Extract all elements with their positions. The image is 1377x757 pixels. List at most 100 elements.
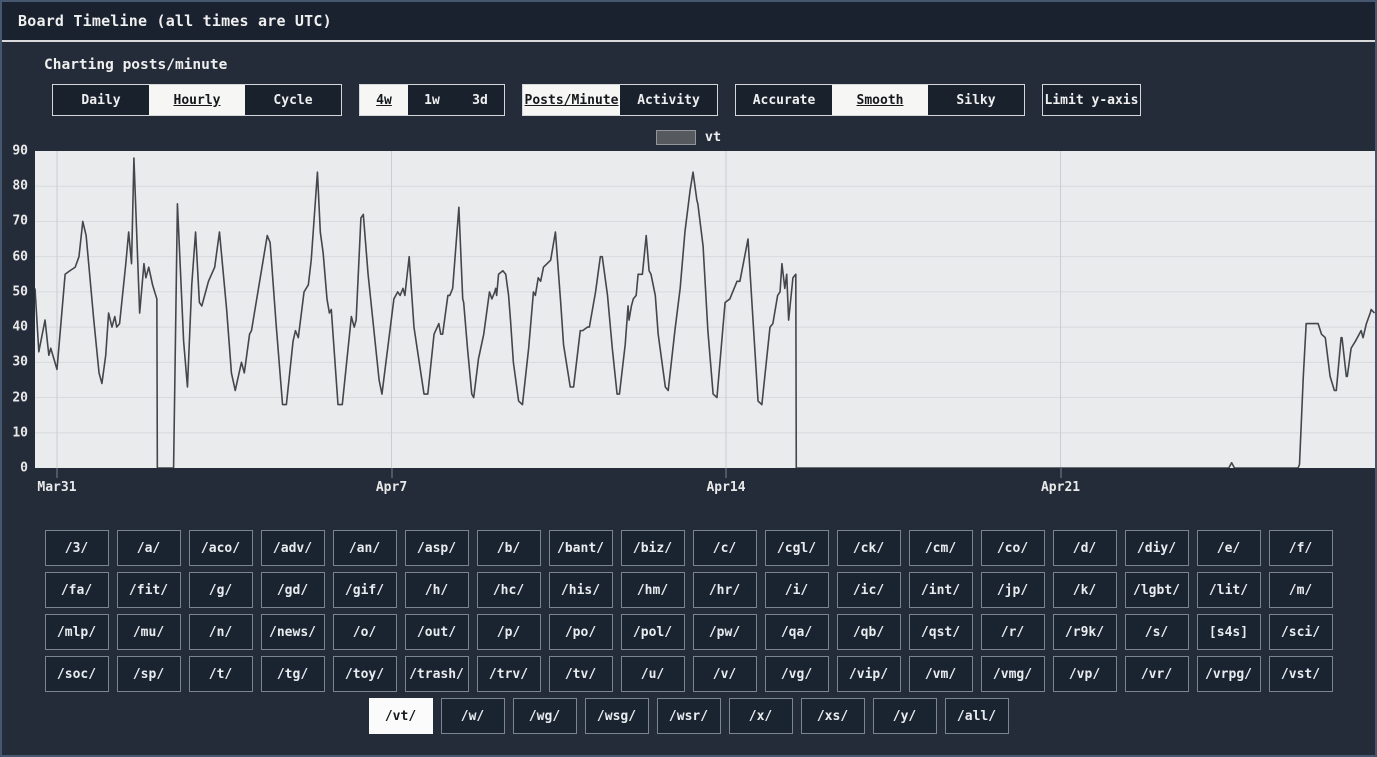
board-button[interactable]: /trash/	[405, 656, 469, 692]
board-button[interactable]: /gd/	[261, 572, 325, 608]
y-axis-label: 60	[12, 250, 28, 263]
board-button[interactable]: /bant/	[549, 530, 613, 566]
board-button[interactable]: /vrpg/	[1197, 656, 1261, 692]
board-button[interactable]: /3/	[45, 530, 109, 566]
board-button[interactable]: /wsr/	[657, 698, 721, 734]
chart-svg	[35, 151, 1375, 468]
board-button[interactable]: /toy/	[333, 656, 397, 692]
board-button[interactable]: /v/	[693, 656, 757, 692]
board-button[interactable]: /hc/	[477, 572, 541, 608]
board-button[interactable]: /d/	[1053, 530, 1117, 566]
board-button[interactable]: /diy/	[1125, 530, 1189, 566]
board-button[interactable]: /g/	[189, 572, 253, 608]
option-accurate[interactable]: Accurate	[736, 85, 832, 115]
board-button[interactable]: /y/	[873, 698, 937, 734]
board-button[interactable]: /out/	[405, 614, 469, 650]
board-button[interactable]: /soc/	[45, 656, 109, 692]
board-button[interactable]: /lgbt/	[1125, 572, 1189, 608]
board-button[interactable]: /ic/	[837, 572, 901, 608]
board-button[interactable]: /vg/	[765, 656, 829, 692]
board-button[interactable]: /vst/	[1269, 656, 1333, 692]
board-button[interactable]: /mu/	[117, 614, 181, 650]
board-button[interactable]: /adv/	[261, 530, 325, 566]
board-button[interactable]: /news/	[261, 614, 325, 650]
board-button[interactable]: /ck/	[837, 530, 901, 566]
option-cycle[interactable]: Cycle	[245, 85, 341, 115]
board-button[interactable]: /tg/	[261, 656, 325, 692]
board-button[interactable]: /sp/	[117, 656, 181, 692]
board-button[interactable]: /asp/	[405, 530, 469, 566]
board-button[interactable]: /f/	[1269, 530, 1333, 566]
board-button[interactable]: /a/	[117, 530, 181, 566]
board-button[interactable]: /wg/	[513, 698, 577, 734]
board-button[interactable]: /qa/	[765, 614, 829, 650]
board-button[interactable]: /e/	[1197, 530, 1261, 566]
board-button[interactable]: /jp/	[981, 572, 1045, 608]
board-button[interactable]: /his/	[549, 572, 613, 608]
option-silky[interactable]: Silky	[928, 85, 1024, 115]
board-button[interactable]: /biz/	[621, 530, 685, 566]
board-button[interactable]: /hr/	[693, 572, 757, 608]
limit-y-axis-button[interactable]: Limit y-axis	[1042, 84, 1141, 116]
board-button[interactable]: /fa/	[45, 572, 109, 608]
legend-label: vt	[705, 129, 721, 145]
board-button[interactable]: /sci/	[1269, 614, 1333, 650]
board-button[interactable]: /i/	[765, 572, 829, 608]
board-button[interactable]: /cm/	[909, 530, 973, 566]
board-button[interactable]: /wsg/	[585, 698, 649, 734]
board-button[interactable]: /vm/	[909, 656, 973, 692]
board-button[interactable]: /gif/	[333, 572, 397, 608]
board-button[interactable]: /pol/	[621, 614, 685, 650]
board-button[interactable]: /vmg/	[981, 656, 1045, 692]
option-posts-minute[interactable]: Posts/Minute	[523, 85, 620, 115]
board-button[interactable]: /b/	[477, 530, 541, 566]
board-button[interactable]: /mlp/	[45, 614, 109, 650]
board-button[interactable]: /an/	[333, 530, 397, 566]
board-button[interactable]: /r/	[981, 614, 1045, 650]
board-button[interactable]: /pw/	[693, 614, 757, 650]
board-button[interactable]: /w/	[441, 698, 505, 734]
board-button[interactable]: /aco/	[189, 530, 253, 566]
option-hourly[interactable]: Hourly	[149, 85, 245, 115]
board-button[interactable]: /h/	[405, 572, 469, 608]
option-3d[interactable]: 3d	[456, 85, 504, 115]
board-button[interactable]: /co/	[981, 530, 1045, 566]
button-group-range: 4w1w3d	[359, 84, 505, 116]
board-button[interactable]: /fit/	[117, 572, 181, 608]
board-button[interactable]: /p/	[477, 614, 541, 650]
board-button[interactable]: /o/	[333, 614, 397, 650]
board-button[interactable]: /s/	[1125, 614, 1189, 650]
board-button[interactable]: /xs/	[801, 698, 865, 734]
board-button[interactable]: /vip/	[837, 656, 901, 692]
board-button[interactable]: /po/	[549, 614, 613, 650]
option-smooth[interactable]: Smooth	[832, 85, 928, 115]
board-grid: /3//a//aco//adv//an//asp//b//bant//biz//…	[43, 530, 1335, 734]
chart-legend: vt	[2, 129, 1375, 145]
option-daily[interactable]: Daily	[53, 85, 149, 115]
board-button[interactable]: /t/	[189, 656, 253, 692]
option-activity[interactable]: Activity	[620, 85, 717, 115]
board-button[interactable]: /x/	[729, 698, 793, 734]
board-button[interactable]: /lit/	[1197, 572, 1261, 608]
board-button[interactable]: /int/	[909, 572, 973, 608]
board-button[interactable]: /vr/	[1125, 656, 1189, 692]
board-button[interactable]: /tv/	[549, 656, 613, 692]
board-button[interactable]: /all/	[945, 698, 1009, 734]
board-button[interactable]: /cgl/	[765, 530, 829, 566]
board-button[interactable]: /c/	[693, 530, 757, 566]
board-button[interactable]: /trv/	[477, 656, 541, 692]
board-button[interactable]: /vp/	[1053, 656, 1117, 692]
option-4w[interactable]: 4w	[360, 85, 408, 115]
board-button[interactable]: /n/	[189, 614, 253, 650]
board-button[interactable]: /qb/	[837, 614, 901, 650]
board-button[interactable]: /k/	[1053, 572, 1117, 608]
button-group-interval: DailyHourlyCycle	[52, 84, 342, 116]
board-button[interactable]: [s4s]	[1197, 614, 1261, 650]
board-button[interactable]: /qst/	[909, 614, 973, 650]
option-1w[interactable]: 1w	[408, 85, 456, 115]
board-button[interactable]: /u/	[621, 656, 685, 692]
board-button[interactable]: /vt/	[369, 698, 433, 734]
board-button[interactable]: /r9k/	[1053, 614, 1117, 650]
board-button[interactable]: /hm/	[621, 572, 685, 608]
board-button[interactable]: /m/	[1269, 572, 1333, 608]
